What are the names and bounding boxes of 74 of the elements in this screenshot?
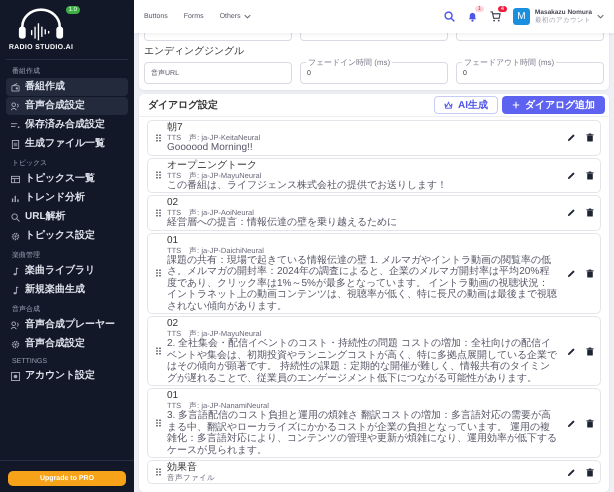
gear-icon [11, 340, 20, 348]
dialog-text: 3. 多言語配信のコスト負担と運用の煩雑さ 翻訳コストの増加：多言語対応の需要が高まる中、翻訳やローカライズにかかるコストが企業の負担となっています。 運用の複雑化：多言語対応により、コンテンツの管理や更新が煩雑になり、運用効率が低下するケースが見られます。 [167, 410, 557, 456]
dialog-title: 02 [167, 197, 180, 208]
edit-icon[interactable] [567, 468, 576, 476]
edit-icon[interactable] [567, 418, 576, 428]
sidebar-item[interactable]: 音声合成設定 [6, 335, 128, 353]
search-icon [11, 212, 20, 222]
sidebar-item[interactable]: 新規楽曲生成 [6, 281, 128, 299]
delete-icon[interactable] [586, 170, 594, 180]
voice-icon [11, 102, 20, 110]
table-icon [11, 174, 20, 184]
delete-icon[interactable] [586, 346, 594, 356]
edit-icon[interactable] [567, 208, 576, 218]
radio-icon [11, 82, 20, 92]
dialog-text: 課題の共有：現場で起きている情報伝達の壁 1. メルマガやイントラ動画の閲覧率の低さ。メルマガの開封率：2024年の調査によると、企業のメルマガ開封率は平均20%程度であり、クリック率は1%～5%が最多となっています。 イントラ動画の視聴状況：イントラネット上の動画コンテンツは、視聴率が低く、特に長尺の動画は最後まで視聴されない傾向があります。 [167, 254, 557, 312]
dialog-text: 経営層への提言：情報伝達の壁を乗り越えるために [167, 217, 398, 228]
voice-icon [11, 320, 20, 330]
field-group-label: エンディングジングル [144, 45, 245, 58]
card-title: ダイアログ設定 [148, 98, 218, 112]
sidebar-item[interactable]: 音声合成プレーヤー [6, 316, 128, 334]
input-field[interactable] [300, 33, 448, 41]
sidebar-item[interactable]: 保存済み合成設定 [6, 116, 128, 134]
dialog-title: 朝7 [167, 122, 184, 133]
sidebar-item[interactable]: トレンド分析 [6, 189, 128, 207]
account-icon [11, 372, 20, 380]
delete-icon[interactable] [586, 208, 594, 218]
dialog-title: 01 [167, 234, 180, 246]
sidebar-item[interactable]: トピックス設定 [6, 227, 128, 245]
edit-icon[interactable] [567, 133, 576, 142]
note-icon [11, 286, 20, 294]
dialog-text: Goooood Morning!! [167, 142, 254, 154]
gear-icon [11, 232, 20, 240]
sidebar-item[interactable]: 音声合成設定 [6, 97, 128, 115]
dialog-title: 01 [167, 390, 180, 401]
sidebar-item[interactable]: URL解析 [6, 208, 128, 226]
dialog-text: 2. 全社集会・配信イベントのコスト・持続性の問題 コストの増加：全社向けの配信イベントや集会は、初期投資やランニングコストが高く、特に多拠点展開している企業ではその傾向が顕著です。 持続性の課題：定期的な開催が難しく、情報共有のタイミングが遅れることで、従業員のエンゲージメント低下につながる可能性があります。 [167, 338, 557, 384]
input-field[interactable] [144, 33, 292, 41]
dialog-text: この番組は、ライフジェンス株式会社の提供でお送りします！ [167, 180, 448, 191]
list-icon [11, 120, 20, 130]
delete-icon[interactable] [586, 468, 594, 476]
plus-icon [512, 101, 520, 109]
ai-generate-button[interactable]: AI生成 [434, 96, 498, 114]
delete-icon[interactable] [586, 133, 594, 142]
sidebar-item[interactable]: 生成ファイル一覧 [6, 135, 128, 153]
edit-icon[interactable] [567, 170, 576, 180]
drag-handle-icon[interactable] [156, 208, 161, 217]
drag-handle-icon[interactable] [156, 468, 161, 476]
drag-handle-icon[interactable] [156, 347, 161, 355]
file-icon [11, 140, 20, 148]
sidebar-item[interactable]: トピックス一覧 [6, 170, 128, 188]
drag-handle-icon[interactable] [156, 419, 161, 427]
crown-icon [444, 100, 453, 110]
drag-handle-icon[interactable] [156, 171, 161, 180]
sidebar-item[interactable]: アカウント設定 [6, 367, 128, 385]
cart-icon[interactable] [490, 11, 501, 22]
drag-handle-icon[interactable] [156, 134, 161, 142]
search-icon[interactable] [444, 11, 455, 22]
add-dialog-button[interactable]: ダイアログ追加 [502, 96, 605, 114]
note-icon [11, 266, 20, 276]
delete-icon[interactable] [586, 268, 594, 278]
delete-icon[interactable] [586, 418, 594, 428]
input-field[interactable] [456, 33, 604, 41]
edit-icon[interactable] [567, 346, 576, 356]
drag-handle-icon[interactable] [156, 269, 161, 278]
chevron-down-icon [244, 14, 251, 19]
dialog-title: 効果音 [167, 462, 198, 473]
dialog-title: オープニングトーク [167, 160, 258, 170]
edit-icon[interactable] [567, 268, 576, 278]
sidebar-item[interactable]: 番組作成 [6, 78, 128, 96]
dialog-title: 02 [167, 318, 180, 329]
chart-icon [11, 194, 20, 202]
bell-icon[interactable] [466, 11, 478, 22]
chevron-down-icon[interactable] [597, 14, 604, 19]
sidebar-item[interactable]: 楽曲ライブラリ [6, 262, 128, 280]
